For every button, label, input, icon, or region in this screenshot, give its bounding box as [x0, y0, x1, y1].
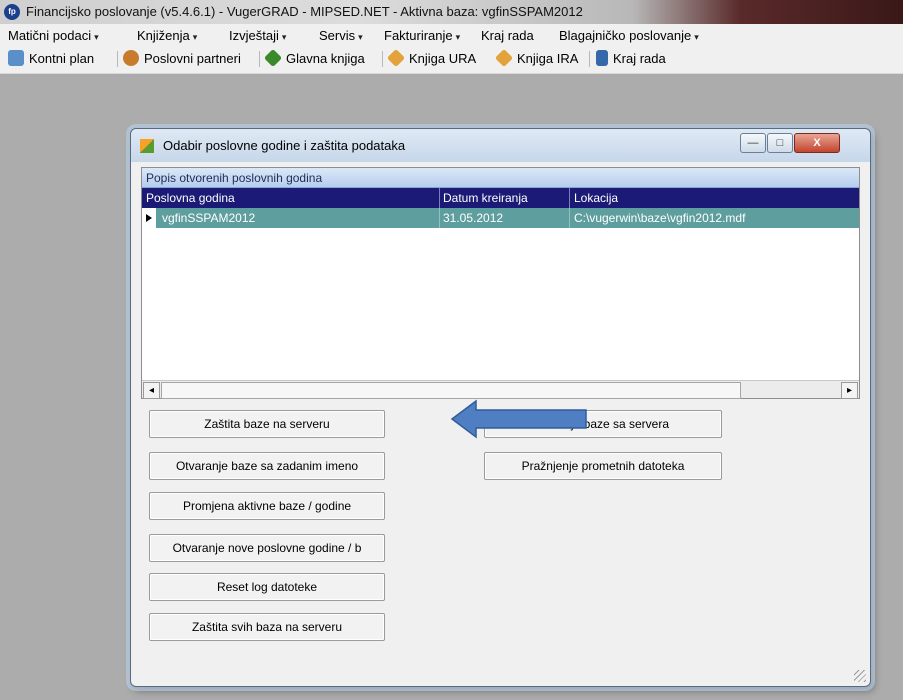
- toolbar-label: Knjiga IRA: [517, 50, 579, 66]
- otvaranje-baze-button[interactable]: Otvaranje baze sa zadanim imeno: [149, 452, 385, 480]
- dialog-icon: [140, 139, 154, 153]
- toolbar-kraj-rada-button[interactable]: Kraj rada: [596, 50, 666, 66]
- menu-bar: Matični podaci ▾ Knjiženja ▾ Izvještaji ▾ S…: [0, 24, 903, 46]
- horizontal-scrollbar[interactable]: ◂ ▸: [142, 380, 859, 399]
- chart-icon: [8, 50, 24, 66]
- otvaranje-nove-godine-button[interactable]: Otvaranje nove poslovne godine / b: [149, 534, 385, 562]
- grid-caption-text: Popis otvorenih poslovnih godina: [146, 171, 323, 185]
- table-row[interactable]: vgfinSSPAM2012 31.05.2012 C:\vugerwin\ba…: [142, 208, 859, 228]
- menu-fakturiranje[interactable]: Fakturiranje ▾: [384, 28, 460, 43]
- column-header-datum-kreiranja[interactable]: Datum kreiranja: [443, 191, 528, 205]
- cell-lokacija: C:\vugerwin\baze\vgfin2012.mdf: [574, 211, 746, 225]
- app-icon: fp: [4, 4, 20, 20]
- toolbar-knjiga-ira-button[interactable]: Knjiga IRA: [494, 48, 579, 68]
- cell-poslovna-godina: vgfinSSPAM2012: [162, 211, 256, 225]
- years-grid: Popis otvorenih poslovnih godina Poslovn…: [141, 167, 860, 399]
- book-green-icon: [263, 48, 283, 68]
- column-header-lokacija[interactable]: Lokacija: [574, 191, 618, 205]
- reset-log-button[interactable]: Reset log datoteke: [149, 573, 385, 601]
- column-divider: [569, 188, 570, 208]
- chevron-down-icon: ▾: [192, 32, 198, 42]
- menu-label: Kraj rada: [481, 28, 534, 43]
- toolbar-separator: [117, 51, 118, 67]
- app-title: Financijsko poslovanje (v5.4.6.1) - Vuge…: [26, 4, 583, 19]
- chevron-down-icon: ▾: [281, 32, 287, 42]
- menu-izvjestaji[interactable]: Izvještaji ▾: [229, 28, 286, 43]
- menu-servis[interactable]: Servis ▾: [319, 28, 363, 43]
- menu-kraj-rada[interactable]: Kraj rada: [481, 28, 537, 43]
- grid-header: Poslovna godina Datum kreiranja Lokacija: [142, 188, 859, 208]
- app-title-bar: fp Financijsko poslovanje (v5.4.6.1) - V…: [0, 0, 903, 24]
- toolbar-knjiga-ura-button[interactable]: Knjiga URA: [386, 48, 477, 68]
- scroll-thumb[interactable]: [161, 382, 741, 399]
- praznjenje-datoteka-button[interactable]: Pražnjenje prometnih datoteka: [484, 452, 722, 480]
- resize-grip-icon[interactable]: [854, 670, 866, 682]
- column-divider: [439, 208, 440, 228]
- year-selection-dialog: Odabir poslovne godine i zaštita podatak…: [130, 128, 871, 687]
- close-button[interactable]: X: [794, 133, 840, 153]
- promjena-aktivne-baze-button[interactable]: Promjena aktivne baze / godine: [149, 492, 385, 520]
- zastita-svih-baza-button[interactable]: Zaštita svih baza na serveru: [149, 613, 385, 641]
- scroll-left-icon[interactable]: ◂: [143, 382, 160, 399]
- menu-label: Matični podaci: [8, 28, 92, 43]
- people-icon: [123, 50, 139, 66]
- grid-caption: Popis otvorenih poslovnih godina: [142, 168, 859, 188]
- column-divider: [439, 188, 440, 208]
- column-header-poslovna-godina[interactable]: Poslovna godina: [146, 191, 235, 205]
- menu-maticni-podaci[interactable]: Matični podaci ▾: [8, 28, 99, 43]
- toolbar-kontni-plan-button[interactable]: Kontni plan: [8, 50, 94, 66]
- toolbar-label: Glavna knjiga: [286, 50, 365, 66]
- maximize-button[interactable]: □: [767, 133, 793, 153]
- toolbar-label: Kontni plan: [29, 50, 95, 66]
- toolbar-separator: [589, 51, 590, 67]
- cell-datum-kreiranja: 31.05.2012: [443, 211, 504, 225]
- toolbar-separator: [382, 51, 383, 67]
- menu-label: Fakturiranje: [384, 28, 453, 43]
- column-divider: [569, 208, 570, 228]
- menu-label: Servis: [319, 28, 356, 43]
- dialog-title-bar: Odabir poslovne godine i zaštita podatak…: [131, 129, 870, 162]
- chevron-down-icon: ▾: [358, 32, 363, 42]
- chevron-down-icon: ▾: [694, 32, 699, 42]
- exit-door-icon: [596, 50, 608, 66]
- toolbar: Kontni plan Poslovni partneri Glavna knj…: [0, 46, 903, 74]
- zastita-baze-button[interactable]: Zaštita baze na serveru: [149, 410, 385, 438]
- book-orange-icon: [494, 48, 514, 68]
- toolbar-label: Kraj rada: [613, 50, 666, 66]
- minimize-button[interactable]: —: [740, 133, 766, 153]
- menu-blagajnicko-poslovanje[interactable]: Blagajničko poslovanje ▾: [559, 28, 699, 43]
- book-orange-icon: [386, 48, 406, 68]
- menu-label: Blagajničko poslovanje: [559, 28, 692, 43]
- scroll-right-icon[interactable]: ▸: [841, 382, 858, 399]
- dialog-title: Odabir poslovne godine i zaštita podatak…: [163, 138, 406, 153]
- chevron-down-icon: ▾: [94, 32, 99, 42]
- menu-knjizenja[interactable]: Knjiženja ▾: [137, 28, 197, 43]
- toolbar-label: Poslovni partneri: [144, 50, 241, 66]
- menu-label: Knjiženja: [137, 28, 190, 43]
- menu-label: Izvještaji: [229, 28, 279, 43]
- toolbar-label: Knjiga URA: [409, 50, 477, 66]
- row-selector-icon: [142, 208, 156, 228]
- chevron-down-icon: ▾: [455, 32, 461, 42]
- toolbar-glavna-knjiga-button[interactable]: Glavna knjiga: [263, 48, 365, 68]
- toolbar-poslovni-partneri-button[interactable]: Poslovni partneri: [123, 50, 241, 66]
- toolbar-separator: [259, 51, 260, 67]
- annotation-arrow-icon: [450, 399, 587, 439]
